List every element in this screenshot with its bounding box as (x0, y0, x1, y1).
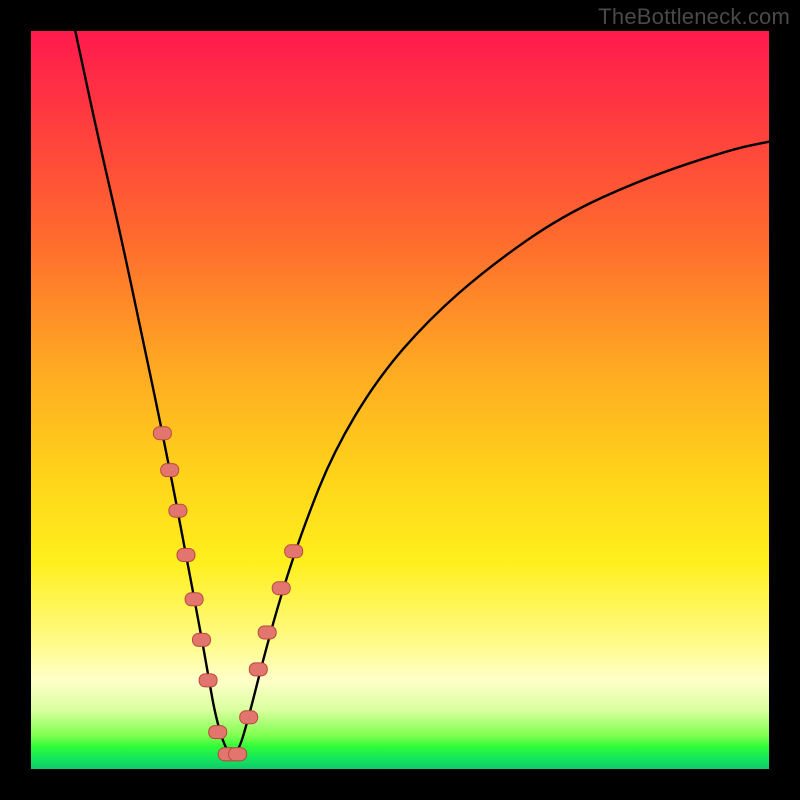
highlighted-point (199, 674, 217, 687)
bottleneck-curve (75, 31, 769, 754)
highlighted-point (209, 726, 227, 739)
highlighted-point (177, 549, 195, 562)
highlighted-point (240, 711, 258, 724)
highlighted-point (285, 545, 303, 558)
curve-path-group (75, 31, 769, 754)
highlighted-point (169, 504, 187, 517)
highlighted-point (153, 427, 171, 440)
highlighted-point (161, 464, 179, 477)
highlighted-point (229, 748, 247, 761)
highlighted-point (249, 663, 267, 676)
plot-area (31, 31, 769, 769)
highlighted-point (258, 626, 276, 639)
highlighted-point (193, 633, 211, 646)
watermark-text: TheBottleneck.com (598, 4, 790, 30)
chart-svg (31, 31, 769, 769)
chart-frame: TheBottleneck.com (0, 0, 800, 800)
highlighted-points-group (153, 427, 302, 761)
highlighted-point (185, 593, 203, 606)
highlighted-point (272, 582, 290, 595)
